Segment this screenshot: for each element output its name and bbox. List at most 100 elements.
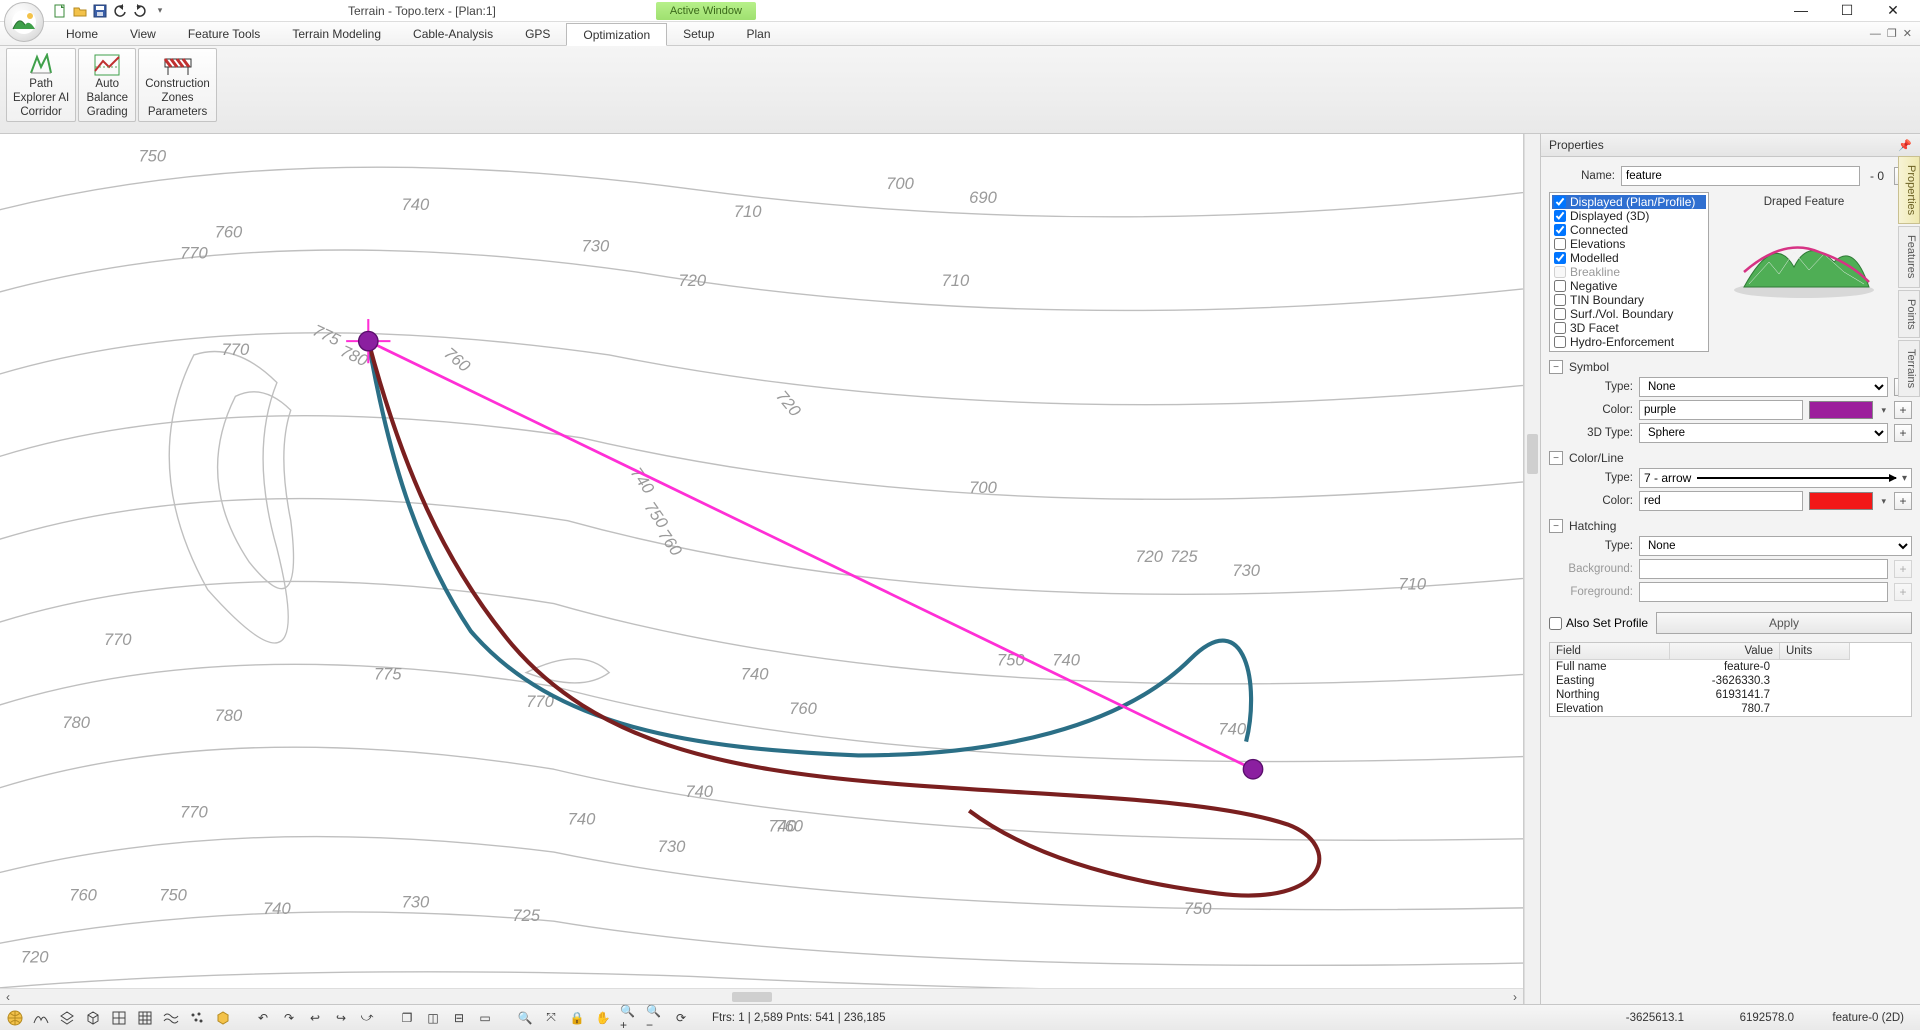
zoom-fit-icon[interactable]: ⤧ — [542, 1009, 560, 1027]
vertical-scrollbar[interactable] — [1524, 134, 1540, 1004]
undo-icon[interactable] — [112, 3, 128, 19]
symbol-collapse[interactable]: − — [1549, 360, 1563, 374]
line-color-add[interactable]: + — [1894, 492, 1912, 510]
end-node[interactable] — [1243, 760, 1262, 779]
zoom-in-icon[interactable]: 🔍+ — [620, 1009, 638, 1027]
lock-icon[interactable]: 🔒 — [568, 1009, 586, 1027]
window-icon[interactable]: ▭ — [476, 1009, 494, 1027]
mdi-minimize-icon[interactable]: — — [1870, 28, 1881, 40]
cube-icon[interactable] — [214, 1009, 232, 1027]
table-row[interactable]: Northing6193141.7 — [1550, 688, 1911, 702]
zoom-out-icon[interactable]: 🔍− — [646, 1009, 664, 1027]
menu-feature-tools[interactable]: Feature Tools — [172, 22, 277, 45]
table-row[interactable]: Full namefeature-0 — [1550, 660, 1911, 674]
menu-gps[interactable]: GPS — [509, 22, 566, 45]
hatching-type-select[interactable]: None — [1639, 536, 1912, 556]
ribbon-auto-balance[interactable]: Auto Balance Grading — [78, 48, 136, 122]
pan-icon[interactable]: ✋ — [594, 1009, 612, 1027]
properties-grid[interactable]: Field Value Units Full namefeature-0East… — [1549, 642, 1912, 717]
tab-features[interactable]: Features — [1898, 226, 1920, 287]
flag-option[interactable]: 3D Facet — [1552, 321, 1706, 335]
line-type-select[interactable]: 7 - arrow ▾ — [1639, 468, 1912, 488]
mdi-restore-icon[interactable]: ❐ — [1887, 27, 1897, 40]
maximize-button[interactable]: ☐ — [1834, 2, 1860, 19]
ribbon-path-explorer[interactable]: Path Explorer AI Corridor — [6, 48, 76, 122]
menu-terrain-modeling[interactable]: Terrain Modeling — [276, 22, 397, 45]
skip-icon[interactable]: ⤻ — [358, 1009, 376, 1027]
svg-text:720: 720 — [1135, 547, 1163, 566]
hatching-collapse[interactable]: − — [1549, 519, 1563, 533]
symbol-color-name[interactable] — [1639, 400, 1803, 420]
ribbon-construction-zones[interactable]: Construction Zones Parameters — [138, 48, 217, 122]
globe-icon[interactable] — [6, 1009, 24, 1027]
waves-icon[interactable] — [162, 1009, 180, 1027]
menu-optimization[interactable]: Optimization — [566, 23, 667, 46]
app-logo[interactable] — [4, 2, 44, 42]
tab-points[interactable]: Points — [1898, 290, 1920, 339]
construction-zones-icon — [163, 52, 193, 78]
redo2-icon[interactable]: ↷ — [280, 1009, 298, 1027]
table-row[interactable]: Elevation780.7 — [1550, 702, 1911, 716]
grid2-icon[interactable] — [136, 1009, 154, 1027]
symbol-type-select[interactable]: None — [1639, 377, 1888, 397]
close-button[interactable]: ✕ — [1880, 2, 1906, 19]
hatching-fg-add: + — [1894, 583, 1912, 601]
flag-option[interactable]: Hydro-Enforcement — [1552, 335, 1706, 349]
wire-icon[interactable] — [32, 1009, 50, 1027]
menu-cable-analysis[interactable]: Cable-Analysis — [397, 22, 509, 45]
mdi-close-icon[interactable]: ✕ — [1903, 27, 1912, 40]
flag-option[interactable]: TIN Boundary — [1552, 293, 1706, 307]
flag-option[interactable]: Modelled — [1552, 251, 1706, 265]
flag-option[interactable]: Elevations — [1552, 237, 1706, 251]
menu-plan[interactable]: Plan — [730, 22, 786, 45]
name-input[interactable] — [1621, 166, 1860, 186]
also-set-profile-checkbox[interactable] — [1549, 617, 1562, 630]
new-icon[interactable] — [52, 3, 68, 19]
tab-terrains[interactable]: Terrains — [1898, 340, 1920, 397]
menu-setup[interactable]: Setup — [667, 22, 730, 45]
back-icon[interactable]: ↩ — [306, 1009, 324, 1027]
svg-text:740: 740 — [685, 782, 713, 801]
flag-option[interactable]: Surf./Vol. Boundary — [1552, 307, 1706, 321]
minimize-button[interactable]: — — [1788, 2, 1814, 19]
apply-button[interactable]: Apply — [1656, 612, 1912, 634]
refresh-icon[interactable]: ⟳ — [672, 1009, 690, 1027]
horizontal-scrollbar[interactable]: ‹› — [0, 988, 1523, 1004]
layers-icon[interactable] — [58, 1009, 76, 1027]
symbol-color-add[interactable]: + — [1894, 401, 1912, 419]
menu-home[interactable]: Home — [50, 22, 114, 45]
symbol-color-swatch[interactable] — [1809, 401, 1873, 419]
svg-text:760: 760 — [440, 343, 474, 376]
menu-view[interactable]: View — [114, 22, 172, 45]
plan-canvas[interactable]: 750 740 770 760 775 780 710 720 730 700 … — [0, 134, 1524, 1004]
symbol-3d-add[interactable]: + — [1894, 424, 1912, 442]
colorline-collapse[interactable]: − — [1549, 451, 1563, 465]
grid1-icon[interactable] — [110, 1009, 128, 1027]
feature-flags-list[interactable]: Displayed (Plan/Profile)Displayed (3D)Co… — [1549, 192, 1709, 352]
auto-balance-icon — [93, 52, 121, 78]
scatter-icon[interactable] — [188, 1009, 206, 1027]
flag-option[interactable]: Negative — [1552, 279, 1706, 293]
symbol-3dtype-select[interactable]: Sphere — [1639, 423, 1888, 443]
zoom-icon[interactable]: 🔍 — [516, 1009, 534, 1027]
flag-option[interactable]: Displayed (3D) — [1552, 209, 1706, 223]
fwd-icon[interactable]: ↪ — [332, 1009, 350, 1027]
line-color-name[interactable] — [1639, 491, 1803, 511]
split-h-icon[interactable]: ◫ — [424, 1009, 442, 1027]
undo2-icon[interactable]: ↶ — [254, 1009, 272, 1027]
tab-properties[interactable]: Properties — [1898, 156, 1920, 224]
copy-icon[interactable]: ❐ — [398, 1009, 416, 1027]
qat-dropdown-icon[interactable]: ▾ — [152, 3, 168, 19]
line-color-swatch[interactable] — [1809, 492, 1873, 510]
ribbon-path-explorer-label: Path Explorer AI Corridor — [13, 78, 69, 119]
save-icon[interactable] — [92, 3, 108, 19]
pin-icon[interactable]: 📌 — [1898, 139, 1912, 152]
split-v-icon[interactable]: ⊟ — [450, 1009, 468, 1027]
flag-option[interactable]: Breakline — [1552, 265, 1706, 279]
table-row[interactable]: Easting-3626330.3 — [1550, 674, 1911, 688]
open-icon[interactable] — [72, 3, 88, 19]
flag-option[interactable]: Displayed (Plan/Profile) — [1552, 195, 1706, 209]
redo-icon[interactable] — [132, 3, 148, 19]
box-icon[interactable] — [84, 1009, 102, 1027]
flag-option[interactable]: Connected — [1552, 223, 1706, 237]
